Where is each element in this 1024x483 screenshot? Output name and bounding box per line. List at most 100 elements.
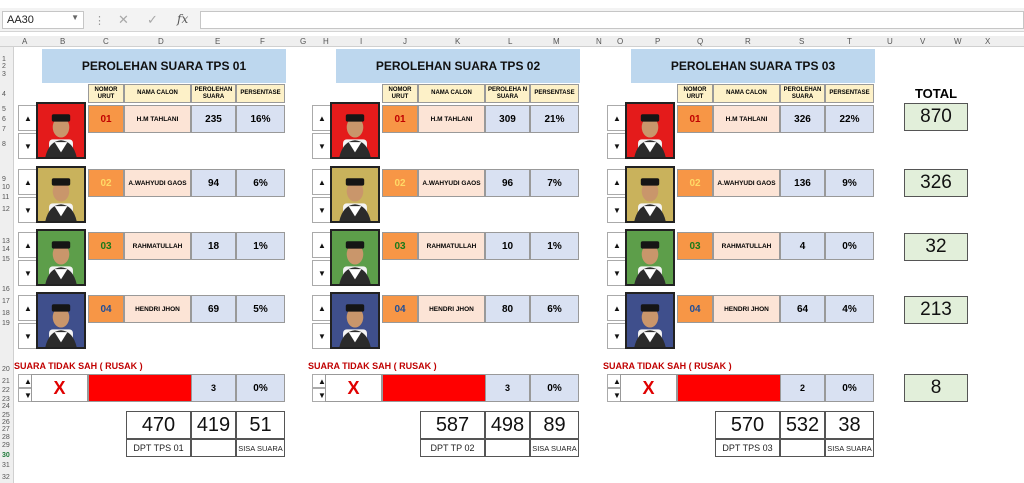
spin-up-button[interactable]: ▲ <box>18 169 38 195</box>
column-header[interactable]: G <box>300 37 306 46</box>
spin-down-button[interactable]: ▼ <box>312 197 332 223</box>
column-header[interactable]: L <box>508 37 512 46</box>
spin-down-button[interactable]: ▼ <box>607 197 627 223</box>
spin-down-button[interactable]: ▼ <box>18 197 38 223</box>
row-header[interactable]: 13 <box>2 238 10 245</box>
row-header[interactable]: 24 <box>2 403 10 410</box>
total-value: 8 <box>904 374 968 402</box>
column-header[interactable]: U <box>887 37 893 46</box>
candidate-photo <box>625 166 675 223</box>
row-header[interactable]: 18 <box>2 310 10 317</box>
chevron-down-icon[interactable]: ▼ <box>71 13 79 22</box>
spin-down-button[interactable]: ▼ <box>607 260 627 286</box>
column-header[interactable]: T <box>847 37 852 46</box>
column-header[interactable]: S <box>799 37 804 46</box>
column-header[interactable]: P <box>655 37 660 46</box>
column-header[interactable]: C <box>103 37 109 46</box>
spin-down-button[interactable]: ▼ <box>312 260 332 286</box>
row-header[interactable]: 31 <box>2 462 10 469</box>
row-header[interactable]: 9 <box>2 176 6 183</box>
spin-down-button[interactable]: ▼ <box>18 260 38 286</box>
row-header[interactable]: 8 <box>2 141 6 148</box>
spin-up-button[interactable]: ▲ <box>312 295 332 321</box>
column-header[interactable]: K <box>455 37 460 46</box>
row-header[interactable]: 28 <box>2 434 10 441</box>
row-header[interactable]: 2 <box>2 63 6 70</box>
row-header[interactable]: 20 <box>2 366 10 373</box>
total-value: 32 <box>904 233 968 261</box>
column-header[interactable]: J <box>403 37 407 46</box>
insert-function-icon[interactable]: fx <box>177 12 188 26</box>
row-header[interactable]: 7 <box>2 126 6 133</box>
spin-down-button[interactable]: ▼ <box>18 323 38 349</box>
row-header[interactable]: 25 <box>2 412 10 419</box>
row-header[interactable]: 15 <box>2 256 10 263</box>
candidate-photo <box>36 292 86 349</box>
row-header[interactable]: 30 <box>2 452 10 459</box>
spin-up-button[interactable]: ▲ <box>18 105 38 131</box>
invalid-votes-value: 3 <box>485 374 530 402</box>
row-header[interactable]: 22 <box>2 387 10 394</box>
row-header[interactable]: 5 <box>2 106 6 113</box>
arrow-up-icon: ▲ <box>24 240 32 250</box>
spin-up-button[interactable]: ▲ <box>18 295 38 321</box>
column-header[interactable]: W <box>954 37 962 46</box>
row-header[interactable]: 29 <box>2 442 10 449</box>
candidate-photo <box>330 102 380 159</box>
candidate-votes: 4 <box>780 232 825 260</box>
spin-up-button[interactable]: ▲ <box>607 169 627 195</box>
name-box[interactable]: AA30 ▼ <box>2 11 84 29</box>
column-header[interactable]: X <box>985 37 990 46</box>
spin-up-button[interactable]: ▲ <box>312 232 332 258</box>
row-header[interactable]: 21 <box>2 378 10 385</box>
column-header[interactable]: A <box>22 37 27 46</box>
row-header[interactable]: 10 <box>2 184 10 191</box>
spin-up-button[interactable]: ▲ <box>18 232 38 258</box>
column-header[interactable]: H <box>323 37 329 46</box>
row-header[interactable]: 3 <box>2 71 6 78</box>
candidate-name: A.WAHYUDI GAOS <box>713 169 780 197</box>
column-header[interactable]: D <box>158 37 164 46</box>
column-header[interactable]: R <box>745 37 751 46</box>
spin-up-button[interactable]: ▲ <box>312 169 332 195</box>
row-header[interactable]: 14 <box>2 246 10 253</box>
column-header[interactable]: O <box>617 37 623 46</box>
column-header[interactable]: V <box>920 37 925 46</box>
spin-up-button[interactable]: ▲ <box>607 232 627 258</box>
column-header[interactable]: Q <box>697 37 703 46</box>
row-header[interactable]: 4 <box>2 91 6 98</box>
enter-check-icon[interactable]: ✓ <box>147 12 158 28</box>
row-header[interactable]: 32 <box>2 474 10 481</box>
column-header[interactable]: M <box>553 37 560 46</box>
cancel-icon[interactable]: ✕ <box>118 12 129 28</box>
row-header[interactable]: 16 <box>2 286 10 293</box>
spin-up-button[interactable]: ▲ <box>607 105 627 131</box>
spin-down-button[interactable]: ▼ <box>607 323 627 349</box>
row-header[interactable]: 12 <box>2 206 10 213</box>
row-header[interactable]: 11 <box>2 194 9 201</box>
candidate-number: 01 <box>88 105 124 133</box>
row-header[interactable]: 19 <box>2 320 10 327</box>
row-header[interactable]: 27 <box>2 426 10 433</box>
column-header[interactable]: I <box>360 37 362 46</box>
row-header[interactable]: 6 <box>2 116 6 123</box>
column-header[interactable]: N <box>596 37 602 46</box>
row-header[interactable]: 17 <box>2 298 10 305</box>
column-header[interactable]: F <box>260 37 265 46</box>
spin-down-button[interactable]: ▼ <box>312 323 332 349</box>
row-header[interactable]: 26 <box>2 419 10 426</box>
spin-down-button[interactable]: ▼ <box>18 133 38 159</box>
row-header[interactable]: 1 <box>2 56 6 63</box>
row-header[interactable]: 23 <box>2 396 10 403</box>
candidate-name: HENDRI JHON <box>124 295 191 323</box>
dpt-label: DPT TP 02 <box>420 439 485 457</box>
formula-input[interactable] <box>200 11 1024 29</box>
column-header[interactable]: E <box>215 37 220 46</box>
spin-down-button[interactable]: ▼ <box>312 133 332 159</box>
column-header[interactable]: B <box>60 37 65 46</box>
arrow-down-icon: ▼ <box>318 331 326 341</box>
spin-down-button[interactable]: ▼ <box>607 133 627 159</box>
spin-up-button[interactable]: ▲ <box>607 295 627 321</box>
spin-up-button[interactable]: ▲ <box>312 105 332 131</box>
candidate-votes: 69 <box>191 295 236 323</box>
